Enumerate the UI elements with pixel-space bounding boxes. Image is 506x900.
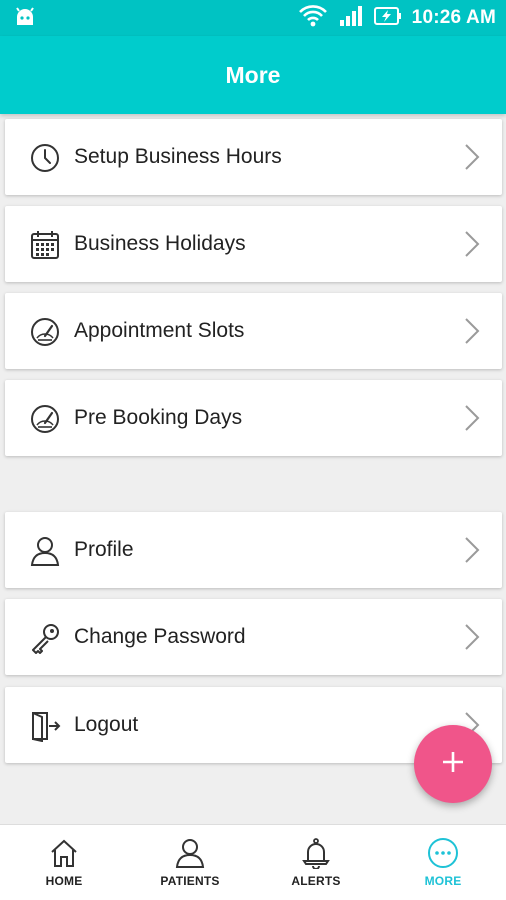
menu-item-business-holidays[interactable]: Business Holidays: [5, 206, 502, 282]
menu-item-pre-booking-days[interactable]: Pre Booking Days: [5, 380, 502, 456]
menu-item-setup-business-hours[interactable]: Setup Business Hours: [5, 119, 502, 195]
person-icon: [174, 837, 206, 874]
calendar-icon: [29, 229, 61, 261]
menu-item-profile[interactable]: Profile: [5, 512, 502, 588]
nav-label: PATIENTS: [160, 874, 220, 888]
key-icon: [29, 622, 61, 654]
door-exit-icon: [29, 710, 61, 743]
status-time: 10:26 AM: [411, 7, 496, 28]
status-icons: 10:26 AM: [298, 0, 496, 36]
nav-item-more[interactable]: MORE: [393, 825, 493, 900]
app-bar: More: [0, 36, 506, 114]
menu-item-label: Setup Business Hours: [74, 145, 282, 168]
chevron-right-icon: [462, 315, 482, 347]
more-dots-icon: [427, 837, 459, 874]
chevron-right-icon: [462, 621, 482, 653]
gauge-icon: [29, 403, 61, 435]
menu-item-label: Pre Booking Days: [74, 406, 243, 429]
chevron-right-icon: [462, 534, 482, 566]
home-icon: [48, 837, 80, 874]
chevron-right-icon: [462, 141, 482, 173]
nav-label: MORE: [424, 874, 462, 888]
bell-icon: [300, 837, 332, 874]
menu-item-label: Business Holidays: [74, 232, 246, 255]
gauge-icon: [29, 316, 61, 348]
person-icon: [29, 535, 61, 567]
chevron-right-icon: [462, 228, 482, 260]
menu-item-label: Appointment Slots: [74, 319, 245, 342]
clock-icon: [29, 142, 61, 174]
wifi-icon: [298, 4, 328, 33]
nav-item-alerts[interactable]: ALERTS: [266, 825, 366, 900]
add-fab-button[interactable]: [414, 725, 492, 803]
status-bar: 10:26 AM: [0, 0, 506, 36]
menu-item-label: Change Password: [74, 625, 246, 648]
page-title: More: [225, 61, 281, 88]
nav-item-home[interactable]: HOME: [14, 825, 114, 900]
android-icon: [14, 7, 36, 32]
nav-item-patients[interactable]: PATIENTS: [140, 825, 240, 900]
chevron-right-icon: [462, 402, 482, 434]
signal-icon: [338, 5, 364, 32]
bottom-navigation: HOME PATIENTS ALERTS MORE: [0, 824, 506, 900]
menu-item-appointment-slots[interactable]: Appointment Slots: [5, 293, 502, 369]
battery-charging-icon: [373, 6, 402, 31]
nav-label: HOME: [45, 874, 83, 888]
menu-item-change-password[interactable]: Change Password: [5, 599, 502, 675]
menu-item-label: Profile: [74, 538, 134, 561]
plus-icon: [440, 749, 466, 780]
nav-label: ALERTS: [291, 874, 341, 888]
menu-item-label: Logout: [74, 713, 139, 736]
